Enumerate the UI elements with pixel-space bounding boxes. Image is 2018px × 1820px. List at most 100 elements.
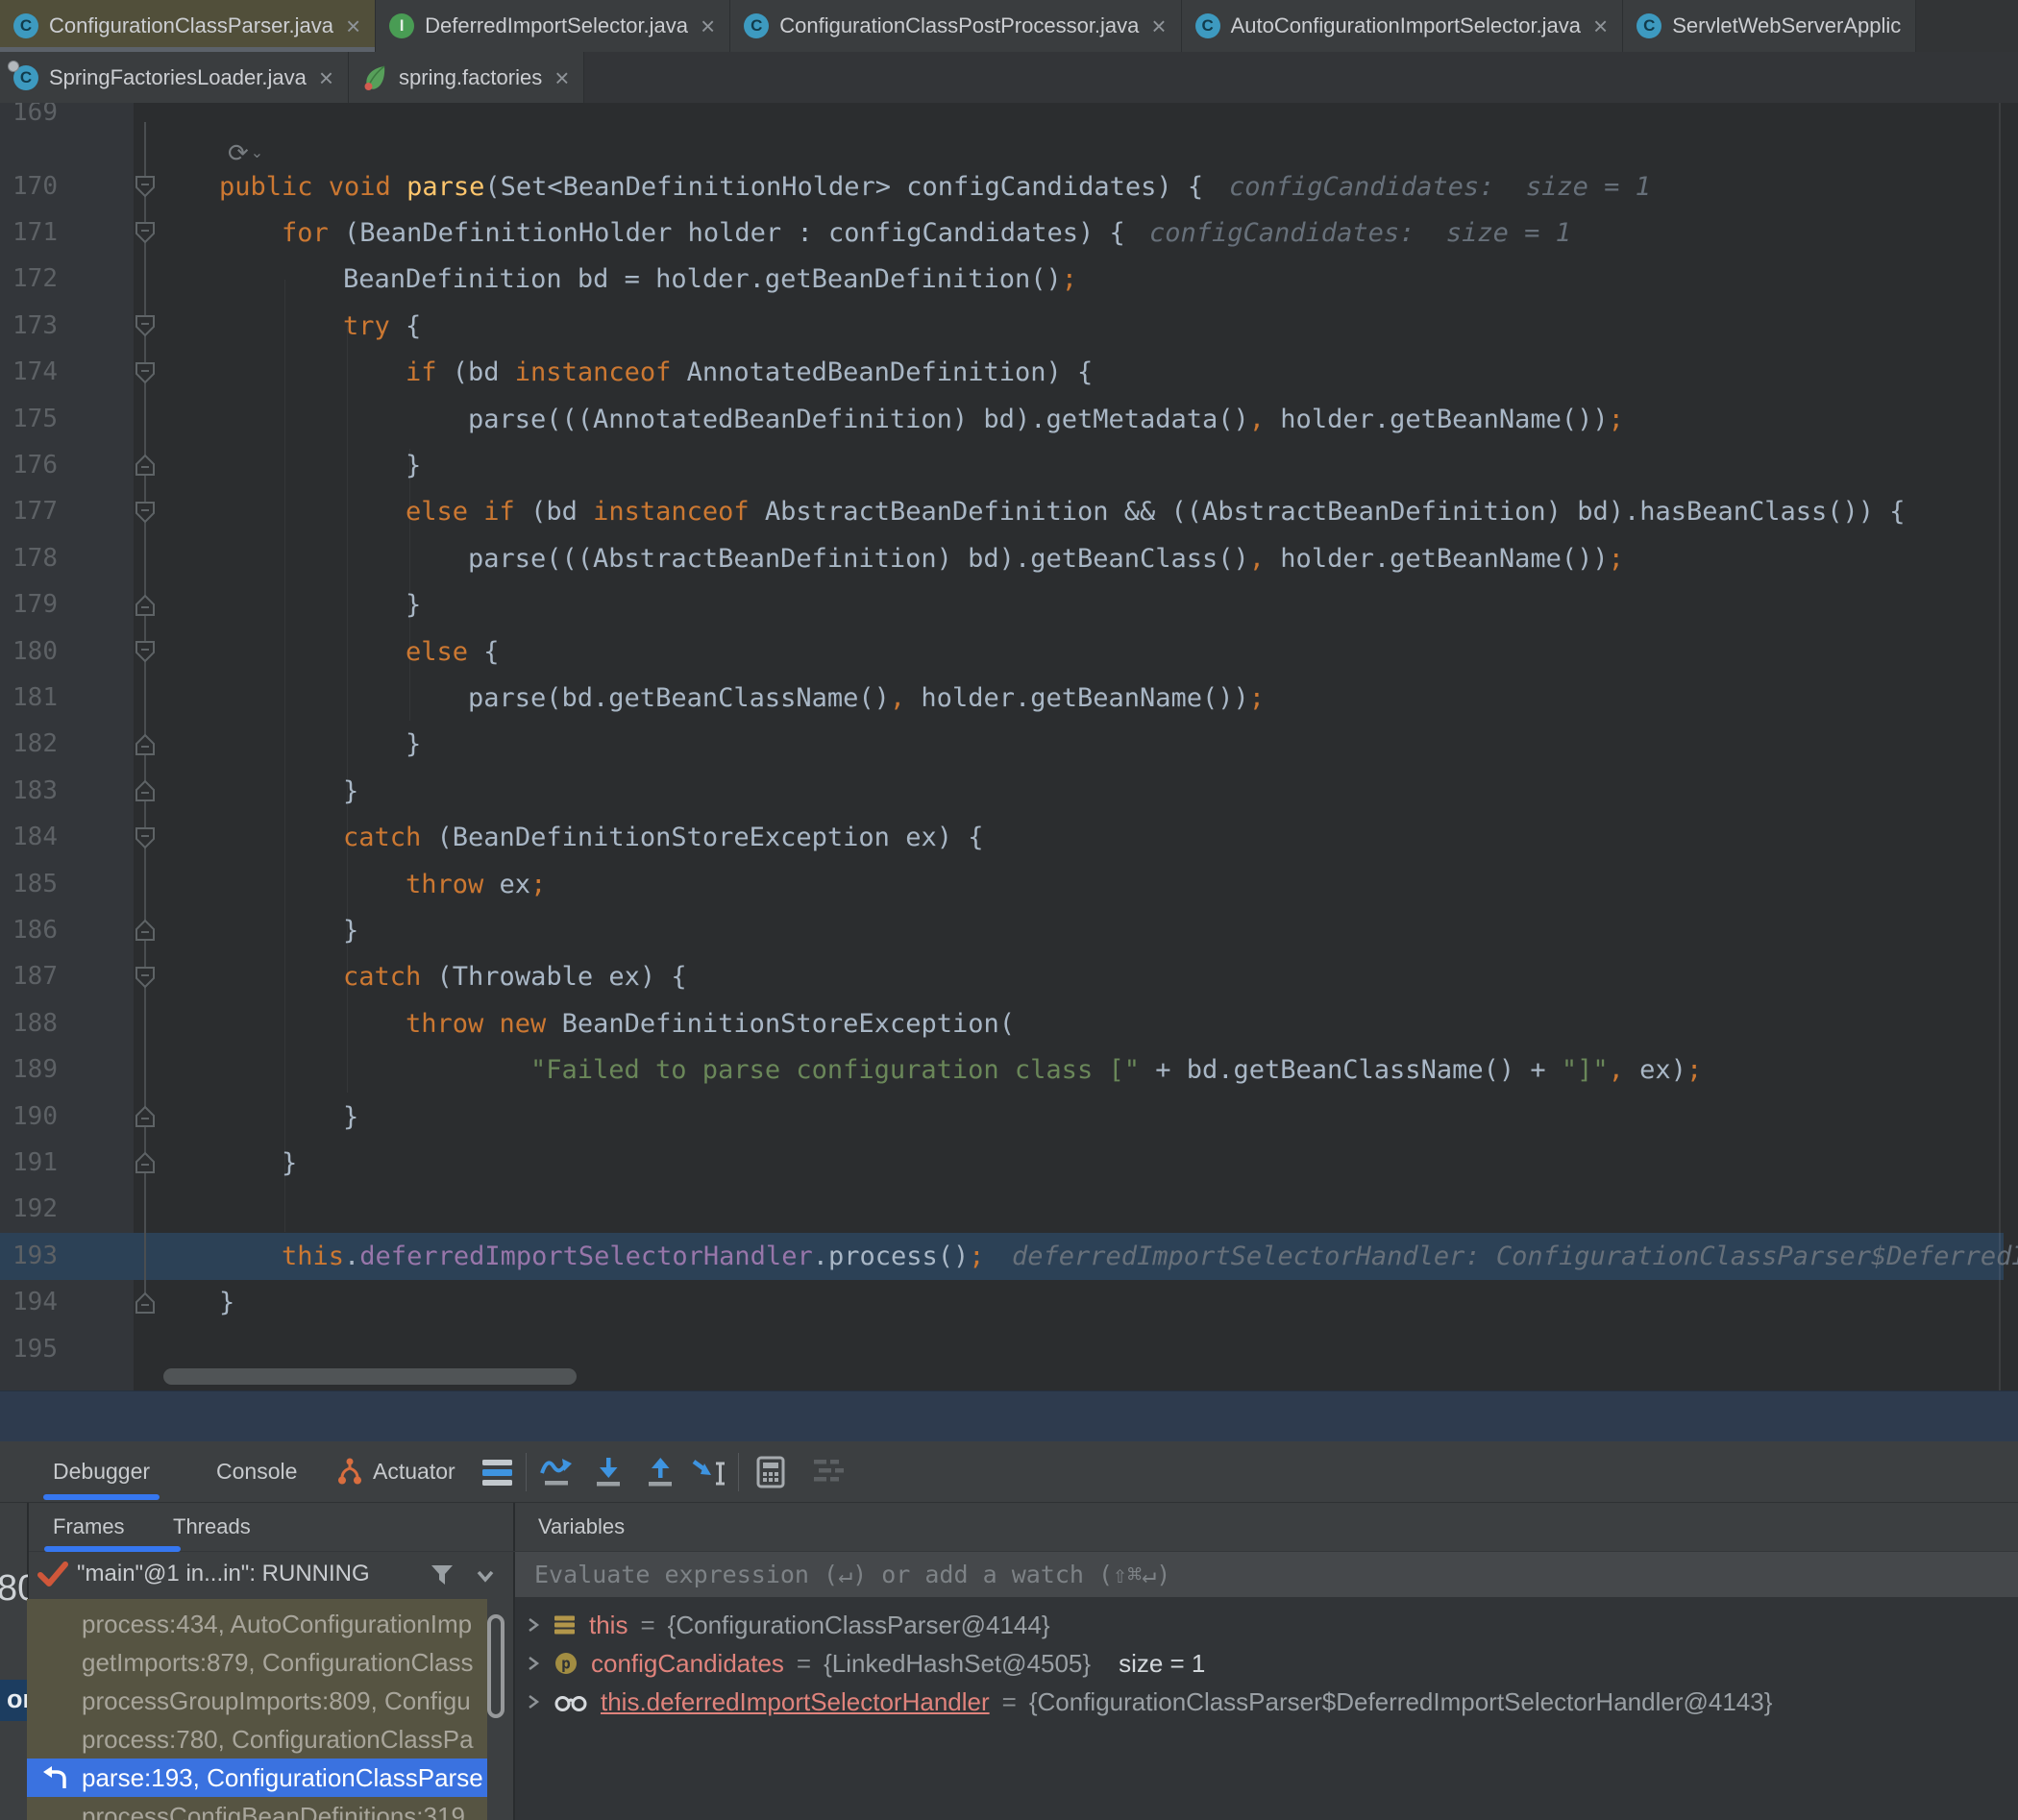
fold-marker[interactable] bbox=[135, 221, 156, 244]
line-number: 187 bbox=[0, 953, 58, 1000]
toolwindow-tab-console[interactable]: Console bbox=[216, 1441, 297, 1502]
fold-down-icon bbox=[135, 966, 156, 989]
fold-marker[interactable] bbox=[135, 501, 156, 524]
interface-icon: I bbox=[389, 13, 414, 38]
evaluate-expression-input[interactable]: Evaluate expression (↵) or add a watch (… bbox=[515, 1552, 2018, 1597]
thread-status[interactable]: "main"@1 in...in": RUNNING bbox=[77, 1561, 370, 1587]
close-icon[interactable]: × bbox=[346, 13, 360, 38]
run-to-cursor-icon bbox=[690, 1455, 730, 1489]
run-to-cursor-button[interactable] bbox=[690, 1455, 730, 1494]
editor-tab[interactable]: CServletWebServerApplic bbox=[1623, 0, 1916, 52]
tab-label: DeferredImportSelector.java bbox=[425, 13, 688, 38]
fold-marker[interactable] bbox=[135, 640, 156, 663]
editor-tab[interactable]: CAutoConfigurationImportSelector.java× bbox=[1182, 0, 1624, 52]
line-number: 182 bbox=[0, 721, 58, 768]
step-into-icon bbox=[592, 1455, 625, 1489]
mute-renderers-button[interactable] bbox=[811, 1455, 848, 1490]
actuator-icon bbox=[336, 1457, 363, 1488]
stack-frame-row[interactable]: getImports:879, ConfigurationClass bbox=[27, 1643, 487, 1682]
frame-label: getImports:879, ConfigurationClass bbox=[82, 1648, 474, 1677]
tab-label: AutoConfigurationImportSelector.java bbox=[1231, 13, 1581, 38]
evaluate-expression-button[interactable] bbox=[755, 1455, 786, 1494]
tab-label: Actuator bbox=[373, 1459, 455, 1485]
editor-tab[interactable]: I DeferredImportSelector.java × bbox=[376, 0, 730, 52]
close-icon[interactable]: × bbox=[701, 13, 715, 38]
fold-marker[interactable] bbox=[135, 919, 156, 942]
tab-label: SpringFactoriesLoader.java bbox=[49, 65, 307, 90]
code-line: catch (Throwable ex) { bbox=[343, 953, 687, 1000]
variable-row[interactable]: this.deferredImportSelectorHandler={Conf… bbox=[515, 1683, 1772, 1721]
fold-up-icon bbox=[135, 1151, 156, 1174]
variable-size: size = 1 bbox=[1119, 1649, 1205, 1679]
filter-button[interactable] bbox=[429, 1562, 455, 1592]
evaluate-expression-icon bbox=[755, 1455, 786, 1489]
fold-marker[interactable] bbox=[135, 779, 156, 802]
frames-scrollbar[interactable] bbox=[487, 1614, 504, 1718]
fold-up-icon bbox=[135, 779, 156, 802]
toolwindow-tab-debugger[interactable]: Debugger bbox=[53, 1441, 150, 1502]
editor-tab[interactable]: CConfigurationClassParser.java× bbox=[0, 0, 376, 52]
frames-panel-tab-frames[interactable]: Frames bbox=[53, 1503, 125, 1551]
this-icon bbox=[554, 1613, 577, 1636]
close-icon[interactable]: × bbox=[319, 65, 333, 90]
code-line: } bbox=[406, 581, 421, 628]
line-number: 173 bbox=[0, 303, 58, 350]
fold-marker[interactable] bbox=[135, 1151, 156, 1174]
editor-tab[interactable]: CSpringFactoriesLoader.java× bbox=[0, 52, 349, 103]
step-into-button[interactable] bbox=[592, 1455, 625, 1494]
line-number: 192 bbox=[0, 1186, 58, 1233]
stack-frame-row[interactable]: process:434, AutoConfigurationImp bbox=[27, 1605, 487, 1643]
fold-marker[interactable] bbox=[135, 594, 156, 617]
stack-frame-row[interactable]: processGroupImports:809, Configu bbox=[27, 1682, 487, 1720]
fold-marker[interactable] bbox=[135, 733, 156, 756]
fold-marker[interactable] bbox=[135, 175, 156, 198]
line-number: 186 bbox=[0, 907, 58, 954]
close-icon[interactable]: × bbox=[1593, 13, 1608, 38]
layout-button[interactable] bbox=[480, 1455, 515, 1494]
line-number: 178 bbox=[0, 535, 58, 582]
fold-marker[interactable] bbox=[135, 966, 156, 989]
close-icon[interactable]: × bbox=[1151, 13, 1166, 38]
code-line: } bbox=[406, 442, 421, 489]
fold-up-icon bbox=[135, 454, 156, 477]
frames-panel-tab-threads[interactable]: Threads bbox=[173, 1503, 251, 1551]
code-line: parse(((AnnotatedBeanDefinition) bd).get… bbox=[468, 396, 1624, 443]
related-methods-icon[interactable]: ⟳⌄ bbox=[228, 134, 263, 172]
fold-marker[interactable] bbox=[135, 314, 156, 337]
variable-row[interactable]: pconfigCandidates={LinkedHashSet@4505}si… bbox=[515, 1644, 1205, 1683]
toolbar-separator bbox=[738, 1453, 739, 1491]
svg-text:p: p bbox=[561, 1655, 571, 1673]
step-out-button[interactable] bbox=[644, 1455, 677, 1494]
code-line: for (BeanDefinitionHolder holder : confi… bbox=[282, 209, 1125, 257]
code-line: catch (BeanDefinitionStoreException ex) … bbox=[343, 814, 983, 861]
thread-dropdown-button[interactable] bbox=[475, 1568, 496, 1588]
horizontal-scrollbar[interactable] bbox=[163, 1368, 577, 1385]
editor-tab[interactable]: CConfigurationClassPostProcessor.java× bbox=[730, 0, 1181, 52]
fold-down-icon bbox=[135, 640, 156, 663]
evaluate-placeholder: Evaluate expression (↵) or add a watch (… bbox=[534, 1552, 2018, 1597]
fold-marker[interactable] bbox=[135, 1105, 156, 1128]
editor-tab[interactable]: spring.factories× bbox=[349, 52, 584, 103]
code-editor[interactable]: 169170public void parse(Set<BeanDefiniti… bbox=[0, 103, 2018, 1390]
fold-up-icon bbox=[135, 1291, 156, 1315]
toolwindow-tab-actuator[interactable]: Actuator bbox=[336, 1441, 455, 1502]
code-line: } bbox=[406, 721, 421, 768]
step-over-button[interactable] bbox=[538, 1455, 575, 1494]
code-line: throw ex; bbox=[406, 861, 546, 908]
stack-frame-row[interactable]: processConfigBeanDefinitions:319 bbox=[27, 1797, 487, 1820]
fold-marker[interactable] bbox=[135, 361, 156, 384]
stack-frame-row[interactable]: parse:193, ConfigurationClassParse bbox=[27, 1759, 487, 1797]
variable-row[interactable]: this={ConfigurationClassParser@4144} bbox=[515, 1606, 1050, 1644]
parameter-icon: p bbox=[554, 1651, 578, 1676]
close-icon[interactable]: × bbox=[554, 65, 569, 90]
code-line: throw new BeanDefinitionStoreException( bbox=[406, 1000, 1015, 1047]
code-line: parse(((AbstractBeanDefinition) bd).getB… bbox=[468, 535, 1624, 582]
fold-down-icon bbox=[135, 361, 156, 384]
line-number: 191 bbox=[0, 1140, 58, 1187]
fold-marker[interactable] bbox=[135, 454, 156, 477]
fold-marker[interactable] bbox=[135, 826, 156, 849]
stack-frame-row[interactable]: process:780, ConfigurationClassPa bbox=[27, 1720, 487, 1759]
code-line: } bbox=[343, 768, 358, 815]
line-number: 179 bbox=[0, 581, 58, 628]
fold-marker[interactable] bbox=[135, 1291, 156, 1315]
